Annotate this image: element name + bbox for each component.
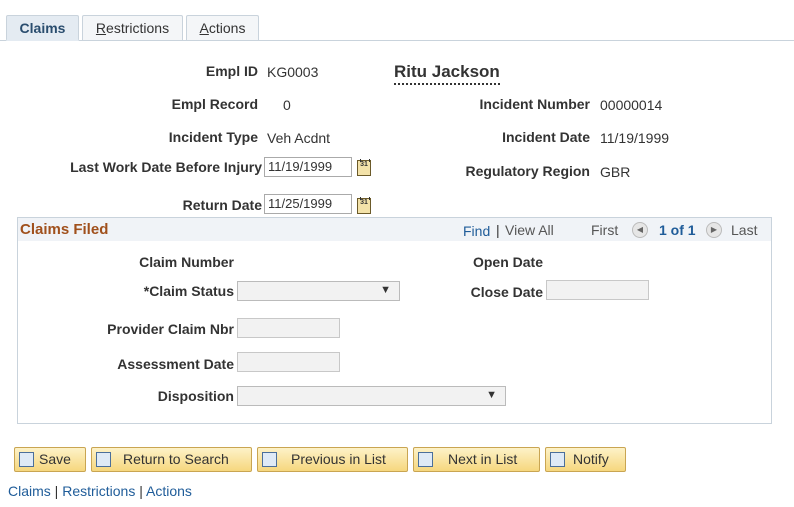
next-in-list-label: Next in List <box>448 451 518 467</box>
last-work-date-label: Last Work Date Before Injury <box>70 159 262 175</box>
incident-date-value: 11/19/1999 <box>600 130 670 146</box>
empl-id-value: KG0003 <box>267 64 319 80</box>
disposition-label: Disposition <box>157 388 234 404</box>
next-in-list-button[interactable]: Next in List <box>413 447 540 472</box>
previous-row-icon[interactable]: ◀ <box>632 222 648 238</box>
footer-actions-link[interactable]: Actions <box>146 483 192 499</box>
last-link[interactable]: Last <box>731 222 757 238</box>
previous-in-list-label: Previous in List <box>291 451 386 467</box>
tab-actions-accesskey: A <box>199 20 209 36</box>
empl-id-label: Empl ID <box>205 63 258 79</box>
return-to-search-icon <box>96 452 111 467</box>
footer-restrictions-link[interactable]: Restrictions <box>62 483 135 499</box>
tab-actions-label: ctions <box>208 20 246 36</box>
notify-label: Notify <box>573 451 609 467</box>
find-separator: | <box>496 222 500 238</box>
save-icon <box>19 452 34 467</box>
incident-date-label: Incident Date <box>502 129 590 145</box>
disposition-select[interactable]: ▼ <box>237 386 506 406</box>
notify-icon <box>550 452 565 467</box>
calendar-icon[interactable]: 31 <box>357 159 371 176</box>
find-link[interactable]: Find <box>463 223 490 239</box>
empl-record-value: 0 <box>283 97 291 113</box>
first-link[interactable]: First <box>591 222 618 238</box>
return-to-search-label: Return to Search <box>123 451 229 467</box>
last-work-date-input[interactable]: 11/19/1999 <box>264 157 352 177</box>
view-all-link[interactable]: View All <box>505 222 554 238</box>
assessment-date-label: Assessment Date <box>117 356 234 372</box>
open-date-label: Open Date <box>472 254 543 270</box>
return-to-search-button[interactable]: Return to Search <box>91 447 252 472</box>
incident-type-value: Veh Acdnt <box>267 130 331 146</box>
tab-claims[interactable]: Claims <box>6 15 79 41</box>
chevron-down-icon: ▼ <box>486 389 497 401</box>
tab-actions[interactable]: Actions <box>186 15 259 40</box>
employee-name: Ritu Jackson <box>394 62 500 85</box>
assessment-date-field[interactable] <box>237 352 340 372</box>
return-date-input[interactable]: 11/25/1999 <box>264 194 352 214</box>
tab-bar-divider <box>0 40 794 41</box>
return-date-label: Return Date <box>182 197 262 213</box>
notify-button[interactable]: Notify <box>545 447 626 472</box>
calendar-icon[interactable]: 31 <box>357 197 371 214</box>
footer-links: Claims | Restrictions | Actions <box>8 483 192 499</box>
claim-status-select[interactable]: ▼ <box>237 281 400 301</box>
empl-record-label: Empl Record <box>171 96 258 112</box>
provider-claim-field[interactable] <box>237 318 340 338</box>
footer-claims-link[interactable]: Claims <box>8 483 51 499</box>
chevron-down-icon: ▼ <box>380 284 391 296</box>
footer-separator: | <box>139 483 143 499</box>
tab-restrictions-label: estrictions <box>106 20 170 36</box>
provider-claim-label: Provider Claim Nbr <box>107 321 234 337</box>
next-row-icon[interactable]: ▶ <box>706 222 722 238</box>
save-button[interactable]: Save <box>14 447 86 472</box>
tab-restrictions[interactable]: Restrictions <box>82 15 183 40</box>
footer-separator: | <box>54 483 59 499</box>
previous-in-list-button[interactable]: Previous in List <box>257 447 408 472</box>
claim-number-label: Claim Number <box>139 254 234 270</box>
save-button-label: Save <box>39 451 71 467</box>
incident-number-label: Incident Number <box>479 96 590 112</box>
incident-type-label: Incident Type <box>168 129 258 145</box>
claim-status-label: *Claim Status <box>143 283 234 299</box>
tab-claims-label: Claims <box>19 20 66 36</box>
tab-restrictions-accesskey: R <box>95 20 107 36</box>
regulatory-region-value: GBR <box>600 164 631 180</box>
incident-number-value: 00000014 <box>600 97 663 113</box>
close-date-label: Close Date <box>470 284 543 300</box>
previous-in-list-icon <box>262 452 277 467</box>
page-indicator: 1 of 1 <box>659 222 696 238</box>
claims-filed-title: Claims Filed <box>20 221 109 238</box>
close-date-field[interactable] <box>546 280 649 300</box>
next-in-list-icon <box>418 452 433 467</box>
regulatory-region-label: Regulatory Region <box>465 163 590 179</box>
